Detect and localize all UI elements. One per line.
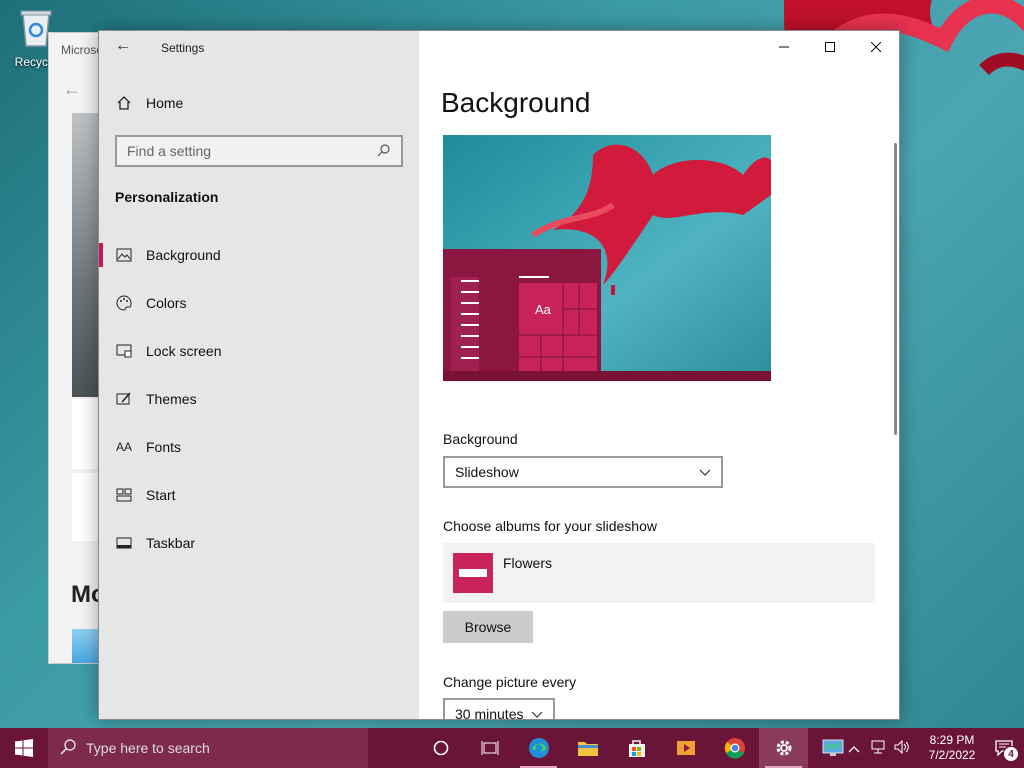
- windows-logo-icon: [15, 739, 33, 757]
- settings-sidebar: ← Settings Home Find a setting Personali…: [99, 31, 419, 719]
- fonts-icon: AA: [115, 440, 132, 454]
- taskbar-search-placeholder: Type here to search: [86, 740, 210, 756]
- speaker-icon[interactable]: [890, 739, 914, 757]
- media-player-button[interactable]: [661, 728, 710, 768]
- nav-home[interactable]: Home: [99, 83, 419, 123]
- sidebar-item-label: Themes: [146, 391, 197, 407]
- store-bag-icon: [628, 740, 645, 757]
- gear-icon: [776, 740, 791, 756]
- edge-icon: [528, 738, 549, 758]
- edge-button[interactable]: [514, 728, 563, 768]
- sidebar-item-background[interactable]: Background: [99, 235, 419, 275]
- settings-taskbar-button[interactable]: [759, 728, 808, 768]
- sidebar-item-start[interactable]: Start: [99, 475, 419, 515]
- change-interval-value: 30 minutes: [455, 706, 524, 719]
- album-name: Flowers: [503, 555, 553, 571]
- picture-icon: [115, 246, 133, 264]
- album-item[interactable]: Flowers: [443, 543, 875, 603]
- store-button[interactable]: [612, 728, 661, 768]
- preview-sample-text: Aa: [535, 302, 552, 317]
- change-picture-label: Change picture every: [443, 674, 577, 690]
- task-view-button[interactable]: [465, 728, 514, 768]
- sidebar-item-label: Colors: [146, 295, 187, 311]
- sidebar-item-label: Lock screen: [146, 343, 222, 359]
- file-explorer-button[interactable]: [563, 728, 612, 768]
- sidebar-item-colors[interactable]: Colors: [99, 283, 419, 323]
- folder-icon: [577, 742, 598, 756]
- sidebar-item-label: Fonts: [146, 439, 182, 455]
- system-tray: 8:29 PM 7/2/2022 4: [842, 728, 1024, 768]
- chevron-up-icon[interactable]: [842, 741, 866, 756]
- chevron-down-icon: [699, 464, 711, 480]
- clock-time: 8:29 PM: [929, 733, 975, 747]
- sidebar-item-fonts[interactable]: AA Fonts: [99, 427, 419, 467]
- back-arrow-icon[interactable]: ←: [63, 79, 81, 100]
- albums-label: Choose albums for your slideshow: [443, 518, 657, 534]
- home-icon: [115, 94, 133, 112]
- clock[interactable]: 8:29 PM 7/2/2022: [920, 733, 984, 763]
- sidebar-item-label: Start: [146, 487, 176, 503]
- sidebar-item-label: Background: [146, 247, 221, 263]
- sidebar-item-themes[interactable]: Themes: [99, 379, 419, 419]
- cortana-circle-icon: [433, 740, 448, 756]
- taskbar-search-box[interactable]: Type here to search: [48, 728, 368, 768]
- taskbar-icon: [115, 534, 133, 552]
- media-player-icon: [676, 741, 695, 755]
- minimize-button[interactable]: [761, 31, 807, 63]
- chevron-down-icon: [531, 706, 543, 719]
- window-controls: [761, 31, 899, 63]
- chrome-icon: [724, 738, 745, 759]
- browse-button[interactable]: Browse: [443, 611, 533, 643]
- task-view-cortana-button[interactable]: [416, 728, 465, 768]
- page-title: Background: [441, 87, 591, 118]
- network-icon[interactable]: [866, 740, 890, 757]
- start-button[interactable]: [0, 728, 48, 768]
- album-thumbnail: [453, 553, 493, 593]
- settings-content: Background Aa Background Slideshow Choos…: [419, 31, 899, 719]
- window-title: Settings: [161, 41, 205, 55]
- action-center-button[interactable]: 4: [984, 728, 1024, 768]
- taskbar: Type here to search 8:29 PM 7/2/2022 4: [0, 728, 1024, 768]
- nav-home-label: Home: [146, 95, 184, 111]
- background-dropdown[interactable]: Slideshow: [443, 456, 723, 488]
- notification-badge: 4: [1003, 746, 1019, 762]
- background-preview: Aa: [443, 135, 771, 381]
- maximize-button[interactable]: [807, 31, 853, 63]
- change-interval-dropdown[interactable]: 30 minutes: [443, 698, 555, 719]
- background-window-title: Microso: [61, 43, 104, 57]
- task-view-icon: [481, 741, 498, 755]
- monitor-icon: [822, 739, 843, 756]
- chrome-button[interactable]: [710, 728, 759, 768]
- sidebar-item-lock-screen[interactable]: Lock screen: [99, 331, 419, 371]
- scrollbar[interactable]: [894, 143, 897, 435]
- clock-date: 7/2/2022: [928, 748, 976, 762]
- search-icon: [377, 143, 391, 160]
- sidebar-item-taskbar[interactable]: Taskbar: [99, 523, 419, 563]
- back-arrow-icon[interactable]: ←: [115, 37, 131, 55]
- lock-screen-icon: [115, 342, 133, 360]
- themes-icon: [115, 390, 133, 408]
- sidebar-item-label: Taskbar: [146, 535, 196, 551]
- settings-window: ← Settings Home Find a setting Personali…: [98, 30, 900, 720]
- close-button[interactable]: [853, 31, 899, 63]
- section-heading: Personalization: [115, 189, 219, 205]
- search-placeholder: Find a setting: [127, 143, 212, 159]
- search-input[interactable]: Find a setting: [115, 135, 403, 167]
- background-label: Background: [443, 431, 518, 447]
- background-dropdown-value: Slideshow: [455, 464, 519, 480]
- start-icon: [115, 486, 133, 504]
- search-icon: [60, 738, 76, 758]
- palette-icon: [115, 294, 133, 312]
